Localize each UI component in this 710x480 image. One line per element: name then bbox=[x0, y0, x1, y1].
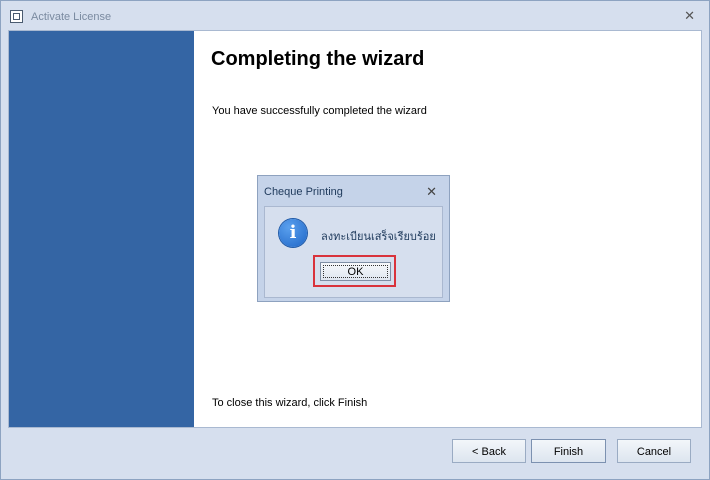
dialog-title: Cheque Printing bbox=[264, 186, 343, 198]
title-bar[interactable]: Activate License ✕ bbox=[1, 1, 709, 30]
ok-button[interactable]: OK bbox=[320, 262, 391, 281]
dialog-body: i ลงทะเบียนเสร็จเรียบร้อย OK bbox=[264, 206, 443, 298]
dialog-message: ลงทะเบียนเสร็จเรียบร้อย bbox=[321, 231, 436, 243]
page-title: Completing the wizard bbox=[211, 48, 425, 70]
wizard-sidebar-panel bbox=[9, 31, 194, 427]
info-icon: i bbox=[279, 219, 307, 247]
window-title: Activate License bbox=[31, 11, 112, 23]
finish-button[interactable]: Finish bbox=[531, 439, 606, 463]
completion-message: You have successfully completed the wiza… bbox=[212, 105, 427, 117]
close-icon[interactable]: ✕ bbox=[684, 9, 695, 22]
app-window-icon bbox=[10, 10, 23, 23]
dialog-close-icon[interactable]: ✕ bbox=[426, 185, 437, 198]
cancel-button[interactable]: Cancel bbox=[617, 439, 691, 463]
back-button[interactable]: < Back bbox=[452, 439, 526, 463]
finish-instruction: To close this wizard, click Finish bbox=[212, 397, 368, 409]
cheque-printing-dialog: Cheque Printing ✕ i ลงทะเบียนเสร็จเรียบร… bbox=[257, 175, 450, 302]
